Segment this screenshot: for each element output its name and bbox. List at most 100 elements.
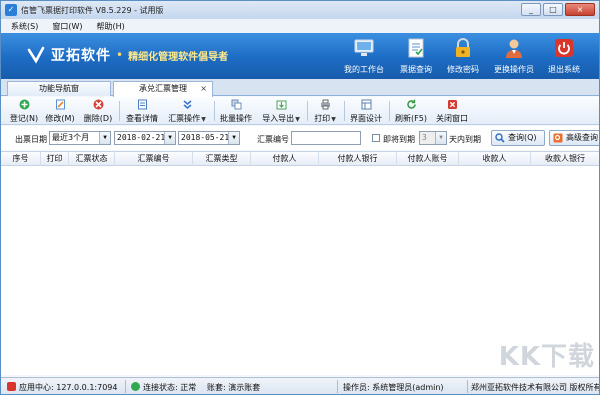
close-window-button[interactable]: 关闭窗口 — [435, 99, 469, 124]
register-button[interactable]: 登记(N) — [9, 99, 39, 124]
change-password-button[interactable]: 修改密码 — [438, 37, 488, 75]
modify-button[interactable]: 修改(M) — [45, 99, 75, 124]
chevron-down-icon: ▼ — [295, 116, 300, 123]
column-header[interactable]: 收款人 — [459, 152, 531, 166]
refresh-icon — [406, 99, 416, 109]
advanced-query-button[interactable]: 高级查询 — [549, 130, 599, 146]
due-days-select[interactable]: 3 ▼ — [419, 131, 447, 145]
print-button[interactable]: 打印▼ — [312, 99, 338, 124]
register-label: 登记(N) — [9, 114, 39, 123]
bill-number-input[interactable] — [291, 131, 361, 145]
tab-label: 承兑汇票管理 — [139, 84, 187, 93]
menu-help[interactable]: 帮助(H) — [96, 21, 124, 32]
interface-design-button[interactable]: 界面设计 — [349, 99, 383, 124]
date-to-picker[interactable]: 2018-05-21 ▼ — [178, 131, 240, 145]
switch-operator-label: 更换操作员 — [494, 65, 534, 74]
advanced-search-icon — [553, 133, 563, 143]
monitor-icon — [354, 39, 374, 56]
chevron-down-icon: ▼ — [435, 132, 446, 144]
column-header[interactable]: 付款人 — [251, 152, 319, 166]
column-header[interactable]: 序号 — [1, 152, 41, 166]
chevron-down-icon: ▼ — [228, 132, 239, 144]
column-header[interactable]: 收款人银行 — [531, 152, 599, 166]
column-header[interactable]: 汇票状态 — [69, 152, 115, 166]
close-window-label: 关闭窗口 — [436, 114, 468, 123]
exit-system-button[interactable]: 退出系统 — [539, 37, 589, 75]
batch-operation-label: 批量操作 — [220, 114, 252, 123]
menu-window[interactable]: 窗口(W) — [52, 21, 82, 32]
chevron-down-icon: ▼ — [164, 132, 175, 144]
my-workbench-button[interactable]: 我的工作台 — [339, 37, 389, 75]
delete-button[interactable]: 删除(D) — [83, 99, 113, 124]
tab-acceptance-bill-management[interactable]: 承兑汇票管理 × — [113, 81, 213, 97]
query-button[interactable]: 查询(Q) — [491, 130, 545, 146]
bill-query-button[interactable]: 票据查询 — [391, 37, 441, 75]
banner: 亚拓软件 • 精细化管理软件倡导者 我的工作台 票据查询 修改密码 更换操作员 … — [1, 33, 599, 79]
lock-icon — [456, 38, 470, 57]
table-header: 序号 打印 汇票状态 汇票编号 汇票类型 付款人 付款人银行 付款人账号 收款人… — [1, 152, 599, 166]
user-icon — [506, 39, 522, 58]
tab-function-navigation[interactable]: 功能导航窗 — [7, 81, 111, 96]
column-header[interactable]: 付款人账号 — [397, 152, 459, 166]
column-header[interactable]: 付款人银行 — [319, 152, 397, 166]
refresh-label: 刷新(F5) — [395, 114, 427, 123]
interface-design-label: 界面设计 — [350, 114, 382, 123]
print-label: 打印 — [314, 114, 331, 123]
title-bar: ✓ 信管飞票据打印软件 V8.5.229 - 试用版 _ □ × — [1, 1, 599, 19]
operation-icon — [182, 100, 192, 110]
menu-bar: 系统(S) 窗口(W) 帮助(H) — [1, 19, 599, 33]
app-icon: ✓ — [5, 4, 17, 16]
app-center-icon — [7, 382, 16, 391]
import-export-label: 导入导出 — [262, 114, 295, 123]
close-button[interactable]: × — [565, 3, 595, 16]
edit-icon — [55, 99, 65, 110]
column-header[interactable]: 汇票编号 — [115, 152, 193, 166]
change-password-label: 修改密码 — [447, 65, 479, 74]
date-from-picker[interactable]: 2018-02-21 ▼ — [114, 131, 176, 145]
account-status: 账套: 演示账套 — [207, 383, 261, 392]
date-to-value: 2018-05-21 — [181, 133, 230, 142]
issue-date-label: 出票日期 — [15, 135, 47, 144]
app-center-status: 应用中心: 127.0.0.1:7094 — [7, 382, 117, 393]
tab-label: 功能导航窗 — [39, 84, 79, 93]
app-window: ✓ 信管飞票据打印软件 V8.5.229 - 试用版 _ □ × 系统(S) 窗… — [0, 0, 600, 395]
modify-label: 修改(M) — [45, 114, 75, 123]
menu-system[interactable]: 系统(S) — [11, 21, 38, 32]
bill-number-label: 汇票编号 — [257, 135, 289, 144]
copyright: 郑州亚拓软件技术有限公司 版权所有 — [471, 383, 600, 392]
chevron-down-icon: ▼ — [99, 132, 110, 144]
import-export-button[interactable]: 导入导出▼ — [261, 99, 301, 124]
due-soon-checkbox[interactable] — [372, 134, 380, 142]
refresh-button[interactable]: 刷新(F5) — [395, 99, 427, 124]
print-icon — [320, 99, 330, 110]
column-header[interactable]: 汇票类型 — [193, 152, 251, 166]
tab-close-icon[interactable]: × — [200, 82, 207, 96]
tab-strip: 功能导航窗 承兑汇票管理 × — [1, 79, 599, 97]
brand-slogan: 精细化管理软件倡导者 — [128, 51, 229, 63]
window-title: 信管飞票据打印软件 V8.5.229 - 试用版 — [21, 5, 164, 15]
date-range-value: 最近3个月 — [52, 133, 90, 142]
connection-text: 连接状态: 正常 — [143, 383, 197, 392]
due-days-value: 3 — [422, 133, 427, 142]
add-icon — [19, 99, 29, 110]
maximize-button[interactable]: □ — [543, 3, 563, 16]
date-from-value: 2018-02-21 — [117, 133, 166, 142]
chevron-down-icon: ▼ — [201, 116, 206, 123]
filter-bar: 出票日期 最近3个月 ▼ 2018-02-21 ▼ 2018-05-21 ▼ 汇… — [1, 126, 599, 150]
view-details-button[interactable]: 查看详情 — [125, 99, 159, 124]
batch-operation-button[interactable]: 批量操作 — [219, 99, 253, 124]
column-header[interactable]: 打印 — [41, 152, 69, 166]
advanced-query-label: 高级查询 — [566, 133, 598, 142]
status-bar: 应用中心: 127.0.0.1:7094 连接状态: 正常 账套: 演示账套 操… — [1, 377, 599, 394]
query-label: 查询(Q) — [508, 133, 537, 142]
bill-operation-button[interactable]: 汇票操作▼ — [167, 99, 207, 124]
batch-icon — [231, 99, 241, 110]
design-icon — [361, 99, 371, 110]
date-range-select[interactable]: 最近3个月 ▼ — [49, 131, 111, 145]
switch-operator-button[interactable]: 更换操作员 — [489, 37, 539, 75]
delete-icon — [93, 99, 103, 110]
toolbar: 登记(N) 修改(M) 删除(D) 查看详情 汇票操作▼ 批量操作 导入导出▼ — [1, 97, 599, 125]
check-icon — [131, 382, 140, 391]
minimize-button[interactable]: _ — [521, 3, 541, 16]
chevron-down-icon: ▼ — [331, 116, 336, 123]
